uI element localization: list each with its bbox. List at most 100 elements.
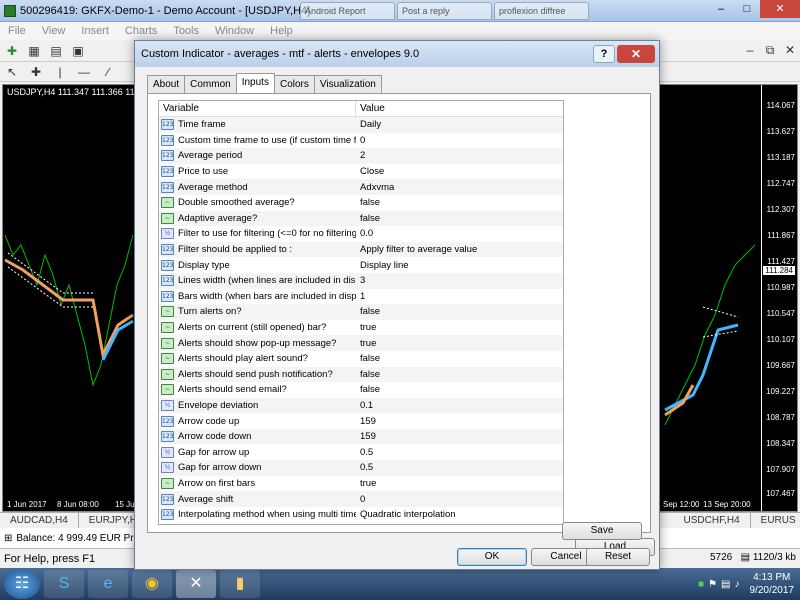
input-row[interactable]: ~ Adaptive average? false xyxy=(159,210,563,227)
trendline-icon[interactable]: ∕ xyxy=(100,64,116,80)
navigator-icon[interactable]: ▣ xyxy=(70,43,86,59)
input-row[interactable]: ~ Alerts should send push notification? fa… xyxy=(159,366,563,383)
ok-button[interactable]: OK xyxy=(457,548,527,566)
input-value-cell[interactable]: 1 xyxy=(356,291,563,302)
tab-about[interactable]: About xyxy=(147,75,186,93)
input-row[interactable]: 123 Custom time frame to use (if custom t… xyxy=(159,133,563,149)
input-value-cell[interactable]: false xyxy=(356,384,563,395)
input-row[interactable]: ~ Arrow on first bars true xyxy=(159,476,563,492)
input-row[interactable]: 123 Arrow code down 159 xyxy=(159,428,563,445)
volume-icon[interactable]: ♪ xyxy=(735,579,740,590)
input-row[interactable]: 123 Time frame Daily xyxy=(159,117,563,133)
profiles-icon[interactable]: ▦ xyxy=(26,43,42,59)
tab-inputs[interactable]: Inputs xyxy=(235,73,275,93)
input-row[interactable]: ~ Turn alerts on? false xyxy=(159,304,563,320)
bg-tab[interactable]: Post a reply xyxy=(397,2,492,20)
input-value-cell[interactable]: true xyxy=(356,478,563,489)
chrome-icon[interactable]: ◉ xyxy=(132,570,172,598)
start-button[interactable]: ☷ xyxy=(4,569,40,599)
menu-file[interactable]: File xyxy=(0,25,34,37)
folder-icon[interactable]: ▮ xyxy=(220,570,260,598)
input-value-cell[interactable]: false xyxy=(356,197,563,208)
metatrader-icon[interactable]: ✕ xyxy=(176,570,216,598)
clock[interactable]: 4:13 PM 9/20/2017 xyxy=(750,571,795,597)
help-button[interactable]: ? xyxy=(593,45,615,63)
input-value-cell[interactable]: Daily xyxy=(356,119,563,130)
input-value-cell[interactable]: 159 xyxy=(356,431,563,442)
input-row[interactable]: ~ Alerts should show pop-up message? true xyxy=(159,335,563,351)
close-button[interactable]: ✕ xyxy=(760,0,800,18)
input-row[interactable]: 123 Filter should be applied to : Apply fi… xyxy=(159,241,563,258)
input-row[interactable]: ~ Alerts should send email? false xyxy=(159,382,563,398)
network-icon[interactable]: ▤ xyxy=(721,579,730,590)
dialog-close-button[interactable]: ✕ xyxy=(617,45,655,63)
input-row[interactable]: 123 Average shift 0 xyxy=(159,491,563,507)
menu-view[interactable]: View xyxy=(34,25,74,37)
input-row[interactable]: 123 Average period 2 xyxy=(159,148,563,164)
input-value-cell[interactable]: false xyxy=(356,213,563,224)
input-row[interactable]: 123 Bars width (when bars are included in… xyxy=(159,289,563,305)
cursor-icon[interactable]: ↖ xyxy=(4,64,20,80)
symbol-tab[interactable]: USDCHF,H4 xyxy=(674,512,751,529)
mdi-minimize-icon[interactable]: – xyxy=(742,42,758,58)
menu-window[interactable]: Window xyxy=(207,25,262,37)
input-value-cell[interactable]: 2 xyxy=(356,150,563,161)
tray-app-icon[interactable]: ■ xyxy=(698,579,704,590)
input-row[interactable]: ~ Alerts should play alert sound? false xyxy=(159,351,563,367)
symbol-tab[interactable]: EURUS xyxy=(751,513,800,529)
tab-colors[interactable]: Colors xyxy=(273,75,315,93)
skype-icon[interactable]: S xyxy=(44,570,84,598)
save-button[interactable]: Save xyxy=(562,522,642,540)
input-value-cell[interactable]: Quadratic interpolation xyxy=(356,509,563,520)
menu-charts[interactable]: Charts xyxy=(117,25,165,37)
menu-insert[interactable]: Insert xyxy=(73,25,117,37)
mdi-close-icon[interactable]: ✕ xyxy=(782,42,798,58)
crosshair-icon[interactable]: ✚ xyxy=(28,64,44,80)
input-value-cell[interactable]: 0.1 xyxy=(356,400,563,411)
column-header-value[interactable]: Value xyxy=(356,101,563,116)
market-watch-icon[interactable]: ▤ xyxy=(48,43,64,59)
menu-tools[interactable]: Tools xyxy=(165,25,207,37)
input-value-cell[interactable]: Adxvma xyxy=(356,182,563,193)
bg-tab[interactable]: Android Report xyxy=(300,2,395,20)
input-value-cell[interactable]: Close xyxy=(356,166,563,177)
input-value-cell[interactable]: Display line xyxy=(356,260,563,271)
minimize-button[interactable]: – xyxy=(708,0,734,18)
input-value-cell[interactable]: Apply filter to average value xyxy=(356,244,563,255)
input-value-cell[interactable]: false xyxy=(356,353,563,364)
input-value-cell[interactable]: false xyxy=(356,306,563,317)
input-value-cell[interactable]: true xyxy=(356,322,563,333)
input-row[interactable]: ~ Alerts on current (still opened) bar? tr… xyxy=(159,320,563,336)
new-chart-icon[interactable]: ✚ xyxy=(4,43,20,59)
input-value-cell[interactable]: 159 xyxy=(356,416,563,427)
input-value-cell[interactable]: 0 xyxy=(356,135,563,146)
bg-tab[interactable]: proflexion diffree xyxy=(494,2,589,20)
input-row[interactable]: ~ Double smoothed average? false xyxy=(159,195,563,211)
input-value-cell[interactable]: 0.0 xyxy=(356,228,563,239)
maximize-button[interactable]: □ xyxy=(734,0,760,18)
reset-button[interactable]: Reset xyxy=(586,548,650,566)
horizontal-line-icon[interactable]: — xyxy=(76,64,92,80)
input-value-cell[interactable]: 3 xyxy=(356,275,563,286)
symbol-tab[interactable]: AUDCAD,H4 xyxy=(0,512,79,529)
input-row[interactable]: 123 Arrow code up 159 xyxy=(159,413,563,429)
input-value-cell[interactable]: 0.5 xyxy=(356,462,563,473)
column-header-variable[interactable]: Variable xyxy=(159,101,356,116)
vertical-line-icon[interactable]: | xyxy=(52,64,68,80)
input-value-cell[interactable]: true xyxy=(356,338,563,349)
tab-visualization[interactable]: Visualization xyxy=(313,75,382,93)
input-row[interactable]: 123 Average method Adxvma xyxy=(159,179,563,195)
input-row[interactable]: 123 Display type Display line xyxy=(159,257,563,273)
mdi-restore-icon[interactable]: ⧉ xyxy=(762,42,778,58)
input-row[interactable]: ½ Gap for arrow up 0.5 xyxy=(159,444,563,460)
explorer-icon[interactable]: e xyxy=(88,570,128,598)
input-row[interactable]: 123 Interpolating method when using multi… xyxy=(159,507,563,523)
input-value-cell[interactable]: 0 xyxy=(356,494,563,505)
input-row[interactable]: ½ Gap for arrow down 0.5 xyxy=(159,460,563,476)
input-value-cell[interactable]: false xyxy=(356,369,563,380)
tray-flag-icon[interactable]: ⚑ xyxy=(708,579,717,590)
input-value-cell[interactable]: 0.5 xyxy=(356,447,563,458)
input-row[interactable]: 123 Price to use Close xyxy=(159,164,563,180)
tab-common[interactable]: Common xyxy=(184,75,237,93)
input-row[interactable]: 123 Lines width (when lines are included … xyxy=(159,272,563,289)
